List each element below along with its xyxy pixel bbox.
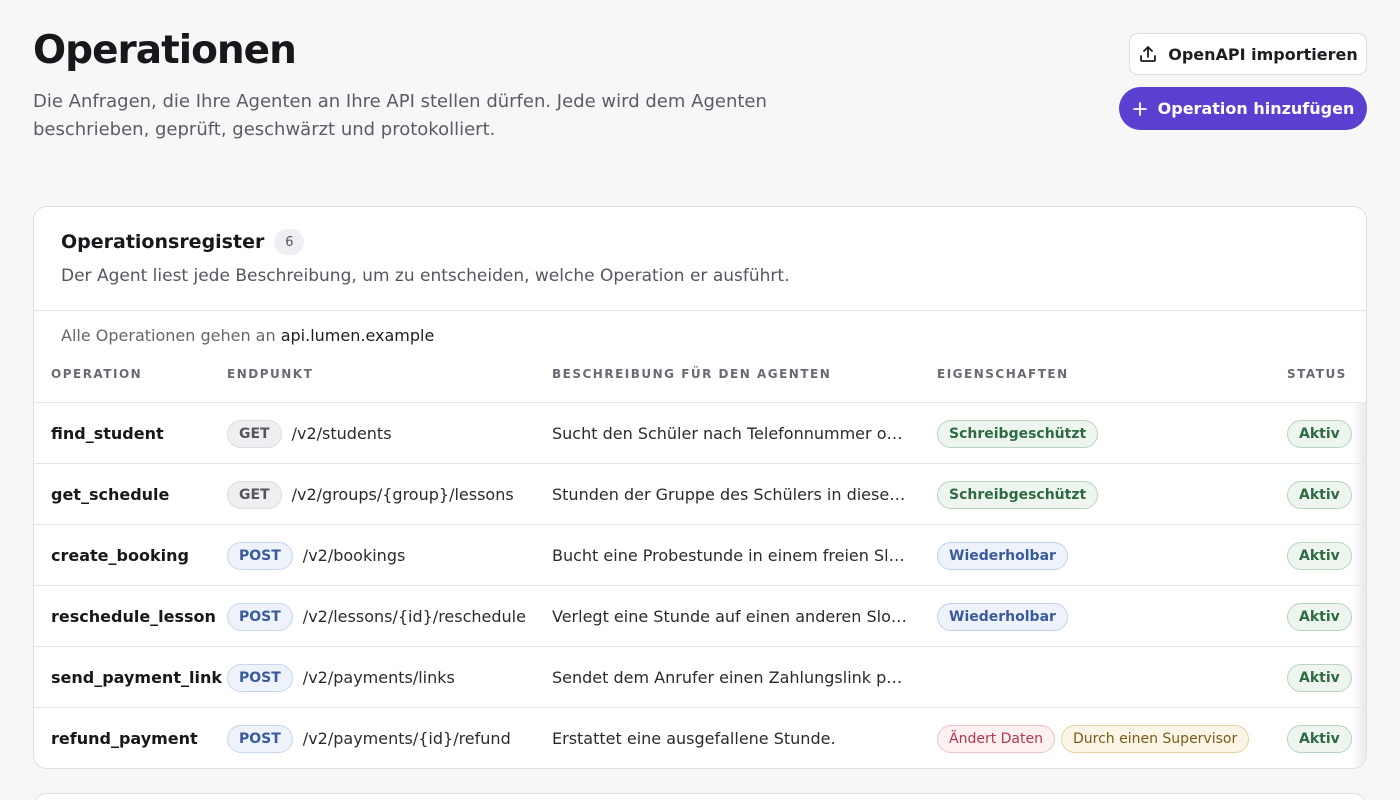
status-cell: Aktiv <box>1287 586 1352 647</box>
operation-description: Sucht den Schüler nach Telefonnummer ode… <box>552 424 907 443</box>
property-tag: Schreibgeschützt <box>937 480 1099 509</box>
operation-name[interactable]: get_schedule <box>51 485 169 504</box>
next-card <box>33 793 1367 800</box>
description-cell: Sucht den Schüler nach Telefonnummer ode… <box>552 403 907 464</box>
operation-description: Verlegt eine Stunde auf einen anderen Sl… <box>552 607 907 626</box>
registry-subtitle: Der Agent liest jede Beschreibung, um zu… <box>61 266 790 286</box>
column-header-status: Status <box>1287 367 1347 381</box>
import-openapi-button[interactable]: OpenAPI importieren <box>1129 33 1367 75</box>
method-badge: POST <box>227 541 293 570</box>
status-cell: Aktiv <box>1287 464 1352 525</box>
operation-cell: send_payment_link <box>51 647 222 708</box>
table-row[interactable]: send_payment_link POST/v2/payments/links S… <box>34 646 1366 707</box>
page-description: Die Anfragen, die Ihre Agenten an Ihre A… <box>33 91 767 140</box>
host-value: api.lumen.example <box>280 326 435 345</box>
endpoint-path: /v2/payments/{id}/refund <box>302 729 511 748</box>
registry-header: Operationsregister 6 Der Agent liest jed… <box>34 207 1366 311</box>
status-badge[interactable]: Aktiv <box>1287 663 1352 692</box>
operation-name[interactable]: find_student <box>51 424 164 443</box>
table-row[interactable]: reschedule_lesson POST/v2/lessons/{id}/re… <box>34 585 1366 646</box>
description-cell: Erstattet eine ausgefallene Stunde. <box>552 708 907 768</box>
properties-cell: Wiederholbar <box>937 525 1074 586</box>
operation-name[interactable]: create_booking <box>51 546 189 565</box>
properties-cell: Ändert Daten Durch einen Supervisor <box>937 708 1255 768</box>
description-cell: Stunden der Gruppe des Schülers in diese… <box>552 464 907 525</box>
table-header: Operation Endpunkt Beschreibung für den … <box>34 367 1366 403</box>
upload-icon <box>1140 46 1157 62</box>
operation-name[interactable]: refund_payment <box>51 729 198 748</box>
status-badge[interactable]: Aktiv <box>1287 480 1352 509</box>
endpoint-path: /v2/lessons/{id}/reschedule <box>302 607 526 626</box>
operation-cell: create_booking <box>51 525 189 586</box>
operation-description: Stunden der Gruppe des Schülers in diese… <box>552 485 907 504</box>
endpoint-path: /v2/payments/links <box>302 668 455 687</box>
operations-table-body: find_student GET/v2/students Sucht den Sch… <box>34 402 1366 768</box>
endpoint-cell: POST/v2/payments/{id}/refund <box>227 708 511 768</box>
table-row[interactable]: create_booking POST/v2/bookings Bucht eine… <box>34 524 1366 585</box>
endpoint-cell: GET/v2/groups/{group}/lessons <box>227 464 514 525</box>
endpoint-cell: POST/v2/payments/links <box>227 647 455 708</box>
table-row[interactable]: refund_payment POST/v2/payments/{id}/refu… <box>34 707 1366 768</box>
status-badge[interactable]: Aktiv <box>1287 541 1352 570</box>
operation-cell: refund_payment <box>51 708 198 768</box>
description-cell: Sendet dem Anrufer einen Zahlungslink pe… <box>552 647 907 708</box>
status-cell: Aktiv <box>1287 403 1352 464</box>
registry-title: Operationsregister <box>61 231 265 253</box>
horizontal-scroll-hint <box>1352 402 1366 768</box>
method-badge: POST <box>227 724 293 753</box>
operation-cell: reschedule_lesson <box>51 586 216 647</box>
status-badge[interactable]: Aktiv <box>1287 724 1352 753</box>
method-badge: GET <box>227 480 282 509</box>
operation-description: Erstattet eine ausgefallene Stunde. <box>552 729 836 748</box>
endpoint-path: /v2/students <box>291 424 392 443</box>
properties-cell: Wiederholbar <box>937 586 1074 647</box>
column-header-properties: Eigenschaften <box>937 367 1069 381</box>
registry-count-badge: 6 <box>274 229 305 255</box>
properties-cell: Schreibgeschützt <box>937 403 1104 464</box>
operation-name[interactable]: reschedule_lesson <box>51 607 216 626</box>
host-line: Alle Operationen gehen an api.lumen.exam… <box>61 326 434 345</box>
operation-name[interactable]: send_payment_link <box>51 668 222 687</box>
status-cell: Aktiv <box>1287 525 1352 586</box>
property-tag: Wiederholbar <box>937 541 1068 570</box>
operation-cell: find_student <box>51 403 164 464</box>
table-row[interactable]: get_schedule GET/v2/groups/{group}/lesson… <box>34 463 1366 524</box>
endpoint-path: /v2/groups/{group}/lessons <box>291 485 514 504</box>
status-badge[interactable]: Aktiv <box>1287 419 1352 448</box>
property-tag: Ändert Daten <box>937 724 1055 753</box>
method-badge: POST <box>227 663 293 692</box>
property-tag: Schreibgeschützt <box>937 419 1099 448</box>
property-tag: Wiederholbar <box>937 602 1068 631</box>
plus-icon <box>1132 101 1147 116</box>
endpoint-path: /v2/bookings <box>302 546 406 565</box>
page-title: Operationen <box>33 28 297 73</box>
column-header-description: Beschreibung für den Agenten <box>552 367 832 381</box>
status-badge[interactable]: Aktiv <box>1287 602 1352 631</box>
status-cell: Aktiv <box>1287 647 1352 708</box>
properties-cell: Schreibgeschützt <box>937 464 1104 525</box>
host-prefix: Alle Operationen gehen an <box>61 326 276 345</box>
column-header-endpoint: Endpunkt <box>227 367 314 381</box>
endpoint-cell: GET/v2/students <box>227 403 392 464</box>
add-operation-button[interactable]: Operation hinzufügen <box>1119 87 1367 130</box>
description-cell: Bucht eine Probestunde in einem freien S… <box>552 525 907 586</box>
add-operation-label: Operation hinzufügen <box>1157 99 1355 118</box>
property-tag: Durch einen Supervisor <box>1060 724 1250 753</box>
operation-description: Sendet dem Anrufer einen Zahlungslink pe… <box>552 668 907 687</box>
description-cell: Verlegt eine Stunde auf einen anderen Sl… <box>552 586 907 647</box>
method-badge: GET <box>227 419 282 448</box>
import-openapi-label: OpenAPI importieren <box>1168 44 1358 64</box>
endpoint-cell: POST/v2/lessons/{id}/reschedule <box>227 586 526 647</box>
method-badge: POST <box>227 602 293 631</box>
status-cell: Aktiv <box>1287 708 1352 768</box>
operations-registry-card: Operationsregister 6 Der Agent liest jed… <box>33 206 1367 769</box>
operation-description: Bucht eine Probestunde in einem freien S… <box>552 546 907 565</box>
table-row[interactable]: find_student GET/v2/students Sucht den Sch… <box>34 402 1366 463</box>
column-header-operation: Operation <box>51 367 143 381</box>
endpoint-cell: POST/v2/bookings <box>227 525 405 586</box>
operation-cell: get_schedule <box>51 464 169 525</box>
